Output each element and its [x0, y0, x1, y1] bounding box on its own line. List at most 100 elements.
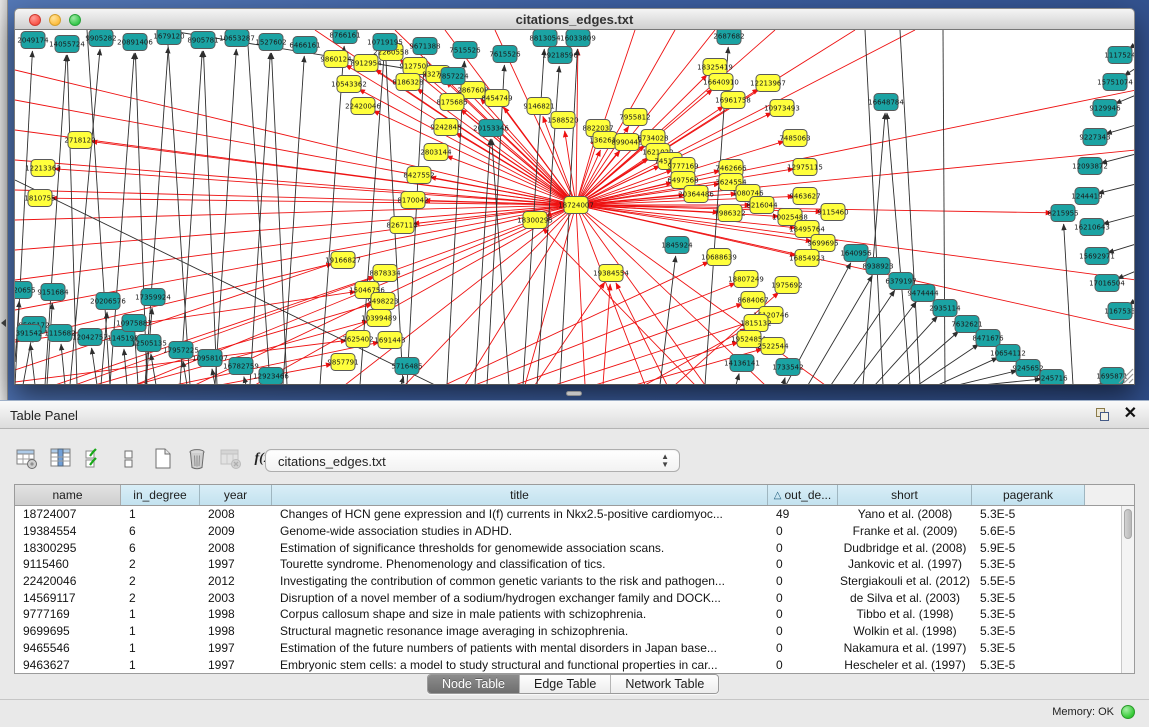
graph-edge[interactable]: [943, 30, 945, 385]
network-view-window[interactable]: citations_edges.txt 18724007183002951938…: [14, 8, 1135, 385]
table-cell[interactable]: 0: [768, 640, 838, 657]
column-header-year[interactable]: year: [200, 485, 272, 505]
table-row[interactable]: 1938455462009Genome-wide association stu…: [15, 523, 1121, 540]
table-scrollbar-thumb[interactable]: [1124, 509, 1132, 539]
graph-edge[interactable]: [1115, 95, 1135, 104]
table-cell[interactable]: Disruption of a novel member of a sodium…: [272, 589, 768, 606]
table-cell[interactable]: 5.3E-5: [972, 506, 1085, 523]
table-row[interactable]: 946554611997Estimation of the future num…: [15, 640, 1121, 657]
graph-node[interactable]: 10543362: [331, 76, 367, 93]
table-cell[interactable]: 0: [768, 539, 838, 556]
delete-table-icon[interactable]: [218, 446, 244, 472]
graph-node[interactable]: 1845924: [661, 237, 693, 254]
graph-node[interactable]: 9245716: [1036, 370, 1068, 386]
graph-node[interactable]: 8878334: [369, 265, 401, 282]
table-cell[interactable]: 2003: [200, 589, 272, 606]
table-cell[interactable]: 2008: [200, 506, 272, 523]
graph-node[interactable]: 8215955: [1047, 205, 1078, 222]
graph-node[interactable]: 2803144: [420, 144, 452, 161]
graph-node[interactable]: 16210643: [1074, 219, 1110, 236]
graph-node[interactable]: 1115682: [44, 325, 75, 342]
graph-node[interactable]: 6466161: [289, 37, 320, 54]
delete-column-icon[interactable]: [184, 446, 210, 472]
graph-node[interactable]: 8216044: [746, 197, 778, 214]
graph-edge[interactable]: [475, 283, 736, 385]
graph-edge[interactable]: [515, 304, 743, 385]
graph-node[interactable]: 15751074: [1097, 74, 1133, 91]
table-cell[interactable]: 6: [121, 523, 200, 540]
table-cell[interactable]: Yano et al. (2008): [838, 506, 972, 523]
panel-collapse-arrow-icon[interactable]: [1, 319, 6, 327]
table-cell[interactable]: 5.5E-5: [972, 573, 1085, 590]
graph-node[interactable]: 18807249: [728, 271, 764, 288]
graph-edge[interactable]: [203, 51, 217, 385]
table-cell[interactable]: 5.3E-5: [972, 589, 1085, 606]
panel-splitter-handle[interactable]: [566, 391, 582, 396]
graph-edge[interactable]: [283, 56, 304, 385]
table-cell[interactable]: 9699695: [15, 623, 121, 640]
graph-node[interactable]: 19218596: [542, 47, 578, 64]
graph-edge[interactable]: [61, 344, 65, 385]
graph-edge[interactable]: [272, 53, 287, 385]
table-cell[interactable]: 5.3E-5: [972, 606, 1085, 623]
graph-node[interactable]: 8938923: [862, 258, 893, 275]
graph-node[interactable]: 1691443: [374, 332, 405, 349]
graph-edge[interactable]: [215, 49, 236, 385]
table-cell[interactable]: 0: [768, 656, 838, 673]
row-height-icon[interactable]: [116, 446, 142, 472]
graph-node[interactable]: 18300295: [517, 212, 553, 229]
graph-node[interactable]: 15692971: [1079, 248, 1115, 265]
table-cell[interactable]: Jankovic et al. (1997): [838, 556, 972, 573]
graph-edge[interactable]: [576, 205, 1135, 330]
tab-node-table[interactable]: Node Table: [428, 675, 520, 693]
table-cell[interactable]: Hescheler et al. (1997): [838, 656, 972, 673]
graph-edge[interactable]: [1098, 184, 1135, 193]
graph-edge[interactable]: [900, 30, 920, 385]
graph-edge[interactable]: [92, 348, 97, 385]
graph-node[interactable]: 1815132: [740, 315, 771, 332]
graph-node[interactable]: 9857791: [327, 354, 358, 371]
graph-node[interactable]: 8912954: [350, 55, 382, 72]
graph-node[interactable]: 9129946: [1089, 100, 1121, 117]
graph-edge[interactable]: [660, 256, 676, 385]
new-column-icon[interactable]: [150, 446, 176, 472]
table-row[interactable]: 1872400712008Changes of HCN gene express…: [15, 506, 1121, 523]
graph-node[interactable]: 16854923: [789, 250, 825, 267]
network-graph[interactable]: 1872400718300295193845549860124891295410…: [15, 30, 1135, 385]
tab-edge-table[interactable]: Edge Table: [520, 675, 611, 693]
table-cell[interactable]: 1997: [200, 640, 272, 657]
graph-edge[interactable]: [918, 344, 979, 385]
graph-node[interactable]: 8186328: [392, 74, 423, 91]
table-cell[interactable]: 5.3E-5: [972, 640, 1085, 657]
table-row[interactable]: 1830029562008Estimation of significance …: [15, 539, 1121, 556]
network-window-titlebar[interactable]: citations_edges.txt: [14, 8, 1135, 30]
table-cell[interactable]: 1997: [200, 556, 272, 573]
graph-node[interactable]: 1679120: [153, 30, 184, 45]
table-row[interactable]: 911546021997Tourette syndrome. Phenomeno…: [15, 556, 1121, 573]
table-cell[interactable]: 0: [768, 523, 838, 540]
graph-edge[interactable]: [535, 282, 605, 385]
select-rows-icon[interactable]: [82, 446, 108, 472]
column-header-title[interactable]: title: [272, 485, 768, 505]
table-cell[interactable]: 19384554: [15, 523, 121, 540]
table-cell[interactable]: 2: [121, 573, 200, 590]
table-selector-dropdown[interactable]: citations_edges.txt ▲▼: [265, 449, 680, 472]
table-cell[interactable]: 2009: [200, 523, 272, 540]
table-cell[interactable]: 14569117: [15, 589, 121, 606]
table-cell[interactable]: Stergiakouli et al. (2012): [838, 573, 972, 590]
table-cell[interactable]: 1: [121, 623, 200, 640]
close-panel-icon[interactable]: ✕: [1124, 405, 1137, 423]
table-cell[interactable]: 18724007: [15, 506, 121, 523]
table-cell[interactable]: 9465546: [15, 640, 121, 657]
graph-edge[interactable]: [736, 374, 739, 385]
graph-node[interactable]: 1117524: [1104, 47, 1135, 64]
graph-node[interactable]: 9242848: [430, 119, 461, 136]
graph-node[interactable]: 9699695: [807, 235, 838, 252]
table-cell[interactable]: 0: [768, 606, 838, 623]
table-cell[interactable]: 2: [121, 556, 200, 573]
graph-node[interactable]: 16648784: [868, 94, 904, 111]
graph-node[interactable]: 7986322: [714, 205, 745, 222]
graph-node[interactable]: 9463627: [789, 188, 820, 205]
table-cell[interactable]: 2012: [200, 573, 272, 590]
graph-edge[interactable]: [465, 205, 576, 385]
